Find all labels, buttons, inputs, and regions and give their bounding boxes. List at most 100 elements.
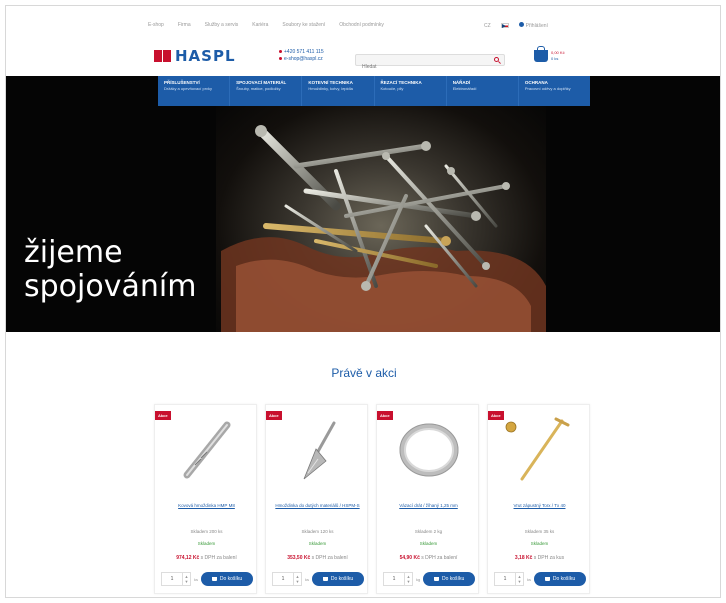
quantity-stepper[interactable]: 1 ▲ ▼ xyxy=(161,572,191,586)
stepper-arrows[interactable]: ▲ ▼ xyxy=(182,573,190,585)
product-price: 3,18 Kč xyxy=(514,555,533,561)
buy-row: 1 ▲ ▼ ks Do košíku xyxy=(161,571,253,587)
product-card[interactable]: Akce Vázací drát / žíhaný 1,25 mm Sklade… xyxy=(376,404,479,594)
product-price-row: 353,50 Kč s DPH za balení xyxy=(266,555,369,561)
add-to-cart-label: Do košíku xyxy=(552,576,576,582)
quantity-value[interactable]: 1 xyxy=(273,576,293,582)
user-icon xyxy=(518,22,524,27)
add-to-cart-button[interactable]: Do košíku xyxy=(201,572,253,586)
spike-anchor-thumbnail[interactable] xyxy=(276,415,359,485)
gold-screw-thumbnail[interactable] xyxy=(498,415,581,485)
product-availability: Skladem xyxy=(308,541,327,546)
quantity-unit: kg xyxy=(416,576,421,582)
page-frame: E-shop Firma Služby a servis Kariéra Sou… xyxy=(5,5,721,598)
search-input[interactable] xyxy=(356,62,486,72)
top-nav-services[interactable]: Služby a servis xyxy=(205,22,239,28)
product-card[interactable]: Akce Kovová hmoždinka HMP M8 Skladem 200… xyxy=(154,404,257,594)
cart-count: 0 ks xyxy=(551,56,559,61)
cart-summary: 0,00 Kč 0 ks xyxy=(551,50,565,62)
basket-icon xyxy=(322,577,328,581)
quantity-unit: ks xyxy=(305,576,309,582)
hero-line-2: spojováním xyxy=(24,269,197,304)
product-price-row: 974,12 Kč s DPH za balení xyxy=(155,555,258,561)
product-list: Akce Kovová hmoždinka HMP M8 Skladem 200… xyxy=(154,404,590,594)
product-name[interactable]: Vrut zápustný Torx / Tx 40 xyxy=(496,503,583,509)
add-to-cart-button[interactable]: Do košíku xyxy=(312,572,364,586)
menu-item-tools[interactable]: Nářadí Elektronářadí xyxy=(447,76,519,106)
basket-icon xyxy=(434,577,439,581)
add-to-cart-label: Do košíku xyxy=(219,576,243,582)
add-to-cart-label: Do košíku xyxy=(442,576,465,582)
quantity-value[interactable]: 1 xyxy=(384,576,404,582)
product-card[interactable]: Akce Hmoždinka do dutých materiálů / HSP… xyxy=(265,404,368,594)
email-icon xyxy=(279,57,282,60)
product-price: 353,50 Kč xyxy=(287,555,311,561)
basket-icon xyxy=(544,577,550,581)
top-utility-bar: E-shop Firma Služby a servis Kariéra Sou… xyxy=(6,20,720,34)
menu-item-cutting[interactable]: Řezací technika Kotouče, pily xyxy=(375,76,447,106)
hero-line-1: žijeme xyxy=(24,235,123,270)
quantity-value[interactable]: 1 xyxy=(162,576,182,582)
add-to-cart-button[interactable]: Do košíku xyxy=(534,572,586,586)
czech-flag-icon[interactable] xyxy=(500,23,509,28)
email[interactable]: e-shop@haspl.cz xyxy=(279,56,324,63)
menu-item-protection[interactable]: Ochrana Pracovní oděvy a doplňky xyxy=(519,76,590,106)
product-stock: Skladem 200 ks xyxy=(190,529,223,534)
header: HASPL +420 571 411 115 e-shop@haspl.cz 0… xyxy=(6,38,720,74)
buy-row: 1 ▲ ▼ ks Do košíku xyxy=(272,571,364,587)
product-vat-note: s DPH za balení xyxy=(311,555,348,561)
phone-icon xyxy=(279,50,282,53)
quantity-stepper[interactable]: 1 ▲ ▼ xyxy=(494,572,524,586)
product-name[interactable]: Kovová hmoždinka HMP M8 xyxy=(163,503,250,509)
buy-row: 1 ▲ ▼ ks Do košíku xyxy=(494,571,586,587)
menu-item-subtitle: Pracovní oděvy a doplňky xyxy=(524,86,571,91)
product-price-row: 3,18 Kč s DPH za kus xyxy=(488,555,591,561)
product-availability: Skladem xyxy=(530,541,549,546)
top-nav-terms[interactable]: Obchodní podmínky xyxy=(339,22,384,28)
product-card[interactable]: Akce Vrut zápustný Torx / Tx 40 Skladem … xyxy=(487,404,590,594)
stepper-arrows[interactable]: ▲ ▼ xyxy=(293,573,301,585)
quantity-stepper[interactable]: 1 ▲ ▼ xyxy=(272,572,302,586)
menu-item-subtitle: Držáky a upevňovací prvky xyxy=(164,86,213,91)
product-stock: Skladem 2 kg xyxy=(414,529,443,534)
product-price: 54,90 Kč xyxy=(399,555,420,561)
quantity-value[interactable]: 1 xyxy=(495,576,515,582)
search-box xyxy=(355,54,505,72)
menu-item-fasteners[interactable]: Spojovací materiál Šrouby, matice, podlo… xyxy=(230,76,303,106)
quantity-stepper[interactable]: 1 ▲ ▼ xyxy=(383,572,413,586)
anchor-thumbnail[interactable] xyxy=(165,415,248,485)
top-nav-eshop[interactable]: E-shop xyxy=(148,22,164,28)
language-switch[interactable]: CZ xyxy=(484,23,491,29)
product-name[interactable]: Hmoždinka do dutých materiálů / HSPM-S xyxy=(274,503,361,509)
category-menu: Příslušenství Držáky a upevňovací prvky … xyxy=(158,76,590,106)
logo-mark xyxy=(154,50,162,62)
login-link[interactable]: Přihlášení xyxy=(518,22,548,29)
buy-row: 1 ▲ ▼ kg Do košíku xyxy=(383,571,475,587)
top-nav: E-shop Firma Služby a servis Kariéra Sou… xyxy=(148,22,384,28)
stepper-arrows[interactable]: ▲ ▼ xyxy=(404,573,412,585)
promo-title: Právě v akci xyxy=(331,366,397,380)
top-nav-firma[interactable]: Firma xyxy=(178,22,191,28)
search-icon[interactable] xyxy=(494,57,499,62)
menu-item-subtitle: Šrouby, matice, podložky xyxy=(236,86,281,91)
top-nav-downloads[interactable]: Soubory ke stažení xyxy=(282,22,325,28)
stepper-arrows[interactable]: ▲ ▼ xyxy=(515,573,523,585)
menu-item-anchoring[interactable]: Kotevní technika Hmoždinky, kotvy, lepid… xyxy=(302,76,375,106)
add-to-cart-label: Do košíku xyxy=(330,576,354,582)
product-price: 974,12 Kč xyxy=(176,555,200,561)
logo[interactable]: HASPL xyxy=(154,47,236,65)
wire-coil-thumbnail[interactable] xyxy=(387,415,470,485)
menu-item-accessories[interactable]: Příslušenství Držáky a upevňovací prvky xyxy=(158,76,231,106)
cart[interactable]: 0,00 Kč 0 ks xyxy=(534,46,565,62)
top-right: CZ Přihlášení xyxy=(484,22,548,29)
phone[interactable]: +420 571 411 115 xyxy=(279,49,324,56)
logo-text: HASPL xyxy=(175,47,236,65)
product-stock: Skladem 35 ks xyxy=(524,529,555,534)
top-nav-career[interactable]: Kariéra xyxy=(252,22,268,28)
product-availability: Skladem xyxy=(419,541,438,546)
product-vat-note: s DPH za balení xyxy=(421,555,458,561)
quantity-unit: ks xyxy=(527,576,531,582)
add-to-cart-button[interactable]: Do košíku xyxy=(423,572,475,586)
product-name[interactable]: Vázací drát / žíhaný 1,25 mm xyxy=(385,503,472,509)
hero-headline: žijeme spojováním xyxy=(24,236,196,304)
